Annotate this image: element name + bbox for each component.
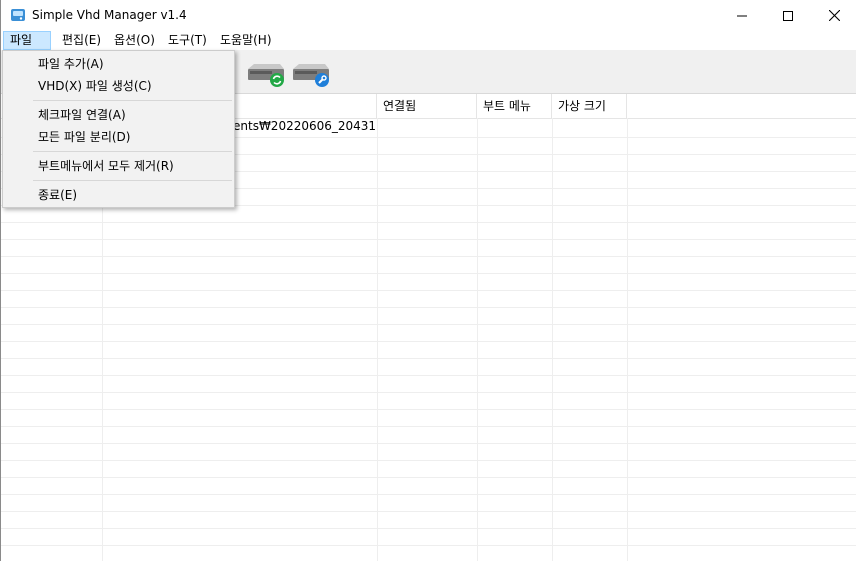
close-button[interactable] bbox=[811, 0, 856, 31]
menu-item-exit[interactable]: 종료(E) bbox=[5, 184, 232, 206]
disk-refresh-icon bbox=[248, 64, 284, 87]
menu-separator bbox=[33, 180, 232, 181]
row-divider bbox=[1, 443, 856, 444]
maximize-button[interactable] bbox=[765, 0, 811, 31]
app-disk-icon bbox=[11, 9, 25, 21]
minimize-icon bbox=[737, 15, 747, 16]
row-divider bbox=[1, 460, 856, 461]
row-divider bbox=[1, 511, 856, 512]
row-divider bbox=[1, 256, 856, 257]
menu-options[interactable]: 옵션(O) bbox=[108, 31, 161, 50]
row-divider bbox=[1, 341, 856, 342]
minimize-button[interactable] bbox=[719, 0, 765, 31]
menu-bar: 파일(F) 편집(E) 옵션(O) 도구(T) 도움말(H) bbox=[1, 31, 856, 64]
row-divider bbox=[1, 426, 856, 427]
row-divider bbox=[1, 528, 856, 529]
menu-separator bbox=[33, 100, 232, 101]
app-window: Simple Vhd Manager v1.4 파일(F) 편집(E) 옵션(O… bbox=[0, 0, 856, 561]
menu-separator bbox=[33, 151, 232, 152]
menu-edit[interactable]: 편집(E) bbox=[56, 31, 107, 50]
row-divider bbox=[1, 290, 856, 291]
maximize-icon bbox=[783, 10, 793, 21]
row-divider bbox=[1, 392, 856, 393]
menu-item-detach-all[interactable]: 모든 파일 분리(D) bbox=[5, 126, 232, 148]
row-divider bbox=[1, 324, 856, 325]
menu-item-add-file[interactable]: 파일 추가(A) bbox=[5, 53, 232, 75]
menu-tools[interactable]: 도구(T) bbox=[162, 31, 213, 50]
title-bar[interactable]: Simple Vhd Manager v1.4 bbox=[1, 0, 856, 31]
row-divider bbox=[1, 545, 856, 546]
column-header-attached[interactable]: 연결됨 bbox=[377, 94, 477, 118]
row-divider bbox=[1, 222, 856, 223]
table-row-path[interactable]: ents₩20220606_204317... bbox=[233, 118, 375, 135]
menu-item-attach-checked[interactable]: 체크파일 연결(A) bbox=[5, 104, 232, 126]
row-divider bbox=[1, 273, 856, 274]
row-divider bbox=[1, 358, 856, 359]
row-divider bbox=[1, 375, 856, 376]
file-menu-dropdown: 파일 추가(A) VHD(X) 파일 생성(C) 체크파일 연결(A) 모든 파… bbox=[2, 50, 235, 208]
disk-settings-icon bbox=[293, 64, 329, 87]
menu-item-create-vhd[interactable]: VHD(X) 파일 생성(C) bbox=[5, 75, 232, 97]
close-icon bbox=[828, 10, 840, 21]
refresh-disk-button[interactable] bbox=[246, 59, 286, 89]
row-divider bbox=[1, 477, 856, 478]
menu-item-remove-all-boot[interactable]: 부트메뉴에서 모두 제거(R) bbox=[5, 155, 232, 177]
column-header-boot-menu[interactable]: 부트 메뉴 bbox=[477, 94, 552, 118]
row-divider bbox=[1, 307, 856, 308]
column-header-virtual-size[interactable]: 가상 크기 bbox=[552, 94, 627, 118]
row-divider bbox=[1, 409, 856, 410]
row-divider bbox=[1, 494, 856, 495]
menu-help[interactable]: 도움말(H) bbox=[214, 31, 278, 50]
window-title: Simple Vhd Manager v1.4 bbox=[32, 8, 187, 22]
menu-file[interactable]: 파일(F) bbox=[3, 31, 51, 64]
row-divider bbox=[1, 239, 856, 240]
disk-settings-button[interactable] bbox=[291, 59, 331, 89]
